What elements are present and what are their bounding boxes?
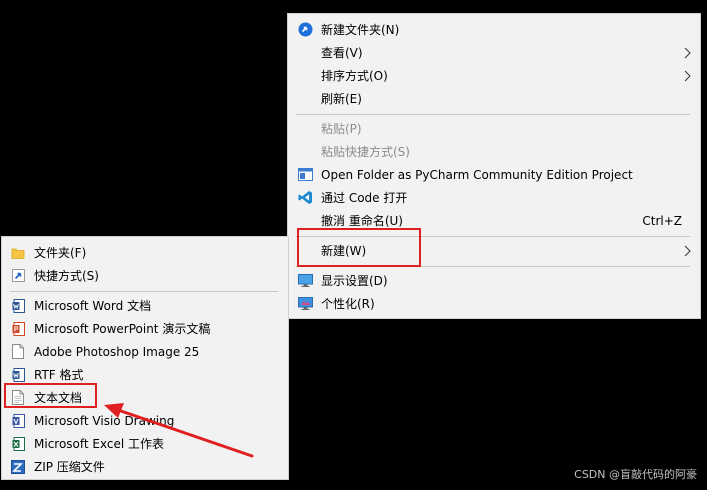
annotation-arrow-icon xyxy=(104,403,254,458)
watermark: CSDN @盲敲代码的阿豪 xyxy=(574,468,697,481)
